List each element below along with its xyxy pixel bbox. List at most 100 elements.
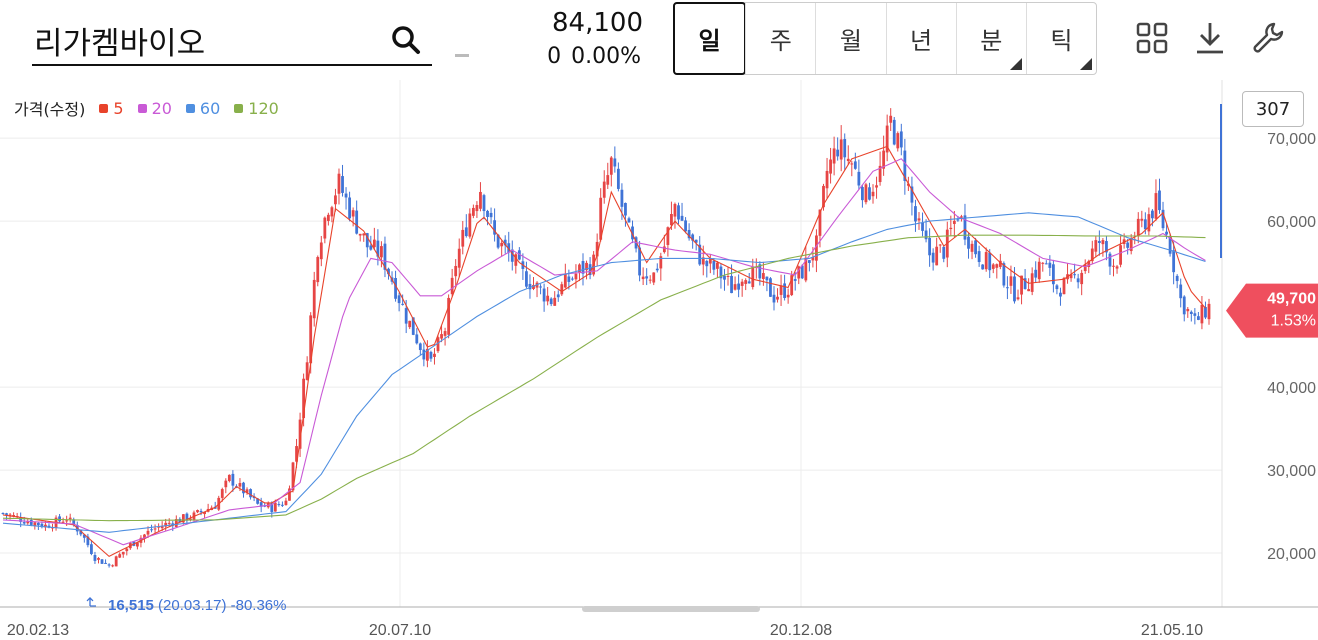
- tab-tick[interactable]: 틱: [1025, 3, 1096, 74]
- tab-minute[interactable]: 분: [955, 3, 1026, 74]
- candle-body: [167, 522, 171, 524]
- x-tick-label: 20.02.13: [7, 622, 69, 639]
- y-tick-label: 60,000: [1267, 214, 1316, 231]
- candle-body: [613, 158, 617, 167]
- period-tabs: 일 주 월 년 분 틱: [673, 2, 1097, 75]
- candle-body: [58, 516, 61, 522]
- candle-body: [1016, 297, 1020, 300]
- candle-body: [1136, 218, 1140, 236]
- candle-body: [277, 504, 281, 506]
- candle-body: [563, 273, 567, 288]
- candle-body: [146, 530, 150, 535]
- candle-body: [843, 139, 847, 158]
- candle-body: [323, 217, 327, 239]
- candle-body: [22, 522, 26, 524]
- candle-body: [984, 252, 988, 270]
- tab-monthly[interactable]: 월: [815, 3, 885, 74]
- candle-body: [429, 351, 433, 359]
- candle-body: [394, 278, 397, 299]
- candle-body: [995, 264, 999, 268]
- candle-body: [351, 210, 355, 217]
- ma-line-5: [2, 145, 1206, 558]
- stock-search-field[interactable]: 리가켐바이오: [32, 14, 432, 66]
- candle-body: [726, 276, 730, 278]
- candle-body: [33, 522, 37, 526]
- candle-body: [970, 243, 974, 252]
- candle-body: [875, 185, 878, 188]
- candle-body: [1112, 265, 1115, 267]
- candle-body: [1094, 240, 1098, 252]
- candle-body: [737, 283, 741, 290]
- candle-body: [931, 252, 935, 263]
- x-tick-label: 21.05.10: [1141, 622, 1203, 639]
- candle-body: [620, 189, 624, 207]
- candle-body: [705, 260, 709, 267]
- candle-body: [1179, 284, 1183, 299]
- candle-body: [457, 248, 461, 268]
- candle-body: [418, 343, 422, 350]
- stock-chart-app: 리가켐바이오 84,100 0 0.00% 일 주 월 년 분 틱 가격(수정) …: [0, 0, 1318, 640]
- tab-yearly[interactable]: 년: [885, 3, 956, 74]
- candle-body: [408, 320, 412, 328]
- candle-body: [772, 294, 776, 303]
- candle-body: [747, 281, 751, 284]
- tab-daily[interactable]: 일: [673, 2, 747, 75]
- candle-body: [624, 202, 627, 216]
- current-price-tag-pct: 1.53%: [1271, 313, 1316, 330]
- candle-body: [68, 517, 72, 520]
- candle-body: [5, 513, 8, 515]
- search-icon[interactable]: [390, 24, 422, 56]
- candle-body: [609, 157, 613, 175]
- candle-body: [486, 210, 489, 217]
- candle-body: [1080, 272, 1084, 285]
- candle-body: [153, 528, 157, 530]
- stock-name[interactable]: 리가켐바이오: [34, 18, 205, 63]
- candle-body: [334, 195, 337, 205]
- candle-body: [896, 133, 900, 149]
- price-chart[interactable]: 70,000 60,000 40,000 30,000 20,000 20.02.13 20…: [0, 80, 1318, 640]
- candle-body: [889, 115, 893, 123]
- candle-body: [924, 230, 928, 240]
- x-tick-label: 20.07.10: [369, 622, 431, 639]
- candle-body: [273, 502, 277, 512]
- candle-body: [861, 187, 864, 201]
- candle-body: [977, 251, 981, 263]
- candle-body: [150, 529, 153, 531]
- candle-body: [553, 297, 557, 306]
- chart-scroll-handle[interactable]: [582, 606, 760, 612]
- candle-body: [892, 119, 896, 145]
- download-icon[interactable]: [1192, 20, 1228, 56]
- tab-label: 분: [980, 27, 1003, 55]
- candle-body: [121, 551, 125, 555]
- grid-icon[interactable]: [1134, 20, 1170, 56]
- candle-body: [369, 245, 373, 250]
- candle-body: [935, 246, 939, 266]
- candle-body: [783, 283, 787, 298]
- price-change: 0 0.00%: [547, 44, 641, 69]
- candle-body: [1147, 214, 1151, 232]
- dropdown-corner-icon: [1009, 58, 1022, 70]
- candle-body: [500, 242, 504, 247]
- candle-body: [684, 220, 687, 232]
- candle-body: [542, 288, 546, 302]
- candle-body: [1055, 285, 1059, 290]
- wrench-icon[interactable]: [1250, 20, 1286, 56]
- candle-body: [97, 558, 100, 560]
- candle-body: [641, 276, 645, 280]
- candle-body: [712, 260, 716, 270]
- candle-body: [825, 170, 829, 189]
- candle-body: [567, 276, 571, 282]
- candle-body: [1034, 269, 1038, 278]
- candle-body: [949, 227, 953, 230]
- candle-body: [868, 187, 871, 200]
- candle-body: [380, 246, 383, 258]
- candle-body: [1006, 287, 1009, 289]
- candle-body: [29, 519, 33, 525]
- candle-body: [114, 556, 118, 567]
- candle-body: [928, 238, 932, 256]
- dropdown-corner-icon: [1080, 58, 1093, 70]
- tab-weekly[interactable]: 주: [745, 3, 815, 74]
- candle-body: [510, 249, 514, 262]
- candle-body: [779, 285, 783, 295]
- candle-body: [857, 171, 861, 186]
